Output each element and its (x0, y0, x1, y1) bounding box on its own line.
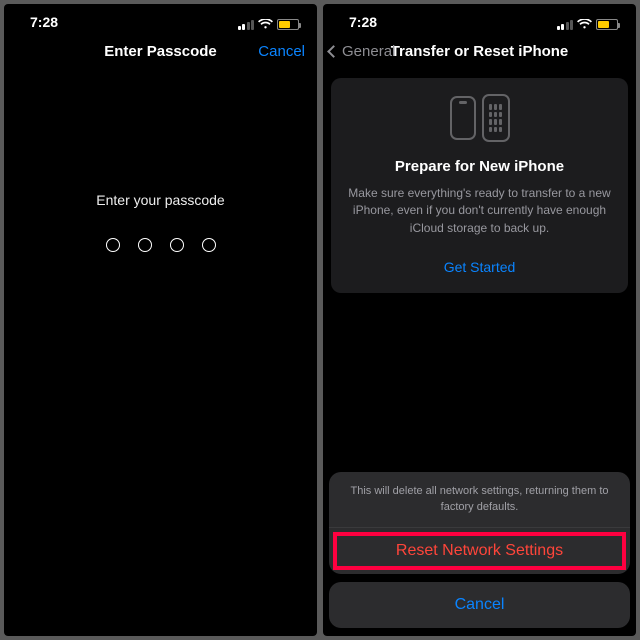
navbar-reset: General Transfer or Reset iPhone (323, 32, 636, 70)
battery-icon (596, 19, 618, 30)
back-button[interactable]: General (329, 43, 395, 60)
status-bar: 7:28 (323, 4, 636, 32)
passcode-prompt: Enter your passcode (4, 192, 317, 208)
sheet-action-label: Reset Network Settings (396, 542, 563, 559)
sheet-message: This will delete all network settings, r… (329, 472, 630, 527)
cellular-icon (557, 20, 574, 30)
passcode-dot (138, 238, 152, 252)
status-bar: 7:28 (4, 4, 317, 32)
wifi-icon (258, 19, 273, 30)
back-label: General (342, 43, 395, 60)
passcode-dots (4, 238, 317, 252)
screen-passcode: 7:28 Enter Passcode Cancel Enter your pa… (4, 4, 317, 636)
action-sheet-group: This will delete all network settings, r… (329, 472, 630, 574)
old-iphone-icon (450, 96, 476, 140)
wifi-icon (577, 19, 592, 30)
passcode-dot (170, 238, 184, 252)
battery-icon (277, 19, 299, 30)
card-body: Make sure everything's ready to transfer… (345, 185, 614, 237)
status-time: 7:28 (349, 14, 377, 30)
screen-reset: 7:28 General Transfer or Reset iPhone Pr… (323, 4, 636, 636)
status-right (557, 19, 619, 30)
navbar-passcode: Enter Passcode Cancel (4, 32, 317, 70)
passcode-dot (202, 238, 216, 252)
reset-network-settings-button[interactable]: Reset Network Settings (329, 528, 630, 574)
sheet-cancel-button[interactable]: Cancel (329, 582, 630, 628)
passcode-area: Enter your passcode (4, 192, 317, 252)
new-iphone-icon (482, 94, 510, 142)
status-right (238, 19, 300, 30)
cellular-icon (238, 20, 255, 30)
get-started-button[interactable]: Get Started (345, 259, 614, 275)
chevron-left-icon (327, 45, 340, 58)
prepare-card: Prepare for New iPhone Make sure everyth… (331, 78, 628, 293)
action-sheet: This will delete all network settings, r… (329, 472, 630, 628)
nav-title: Enter Passcode (104, 43, 217, 60)
passcode-dot (106, 238, 120, 252)
card-title: Prepare for New iPhone (345, 158, 614, 175)
status-time: 7:28 (30, 14, 58, 30)
devices-icon (345, 96, 614, 142)
nav-title: Transfer or Reset iPhone (391, 43, 569, 60)
cancel-button[interactable]: Cancel (258, 43, 305, 60)
